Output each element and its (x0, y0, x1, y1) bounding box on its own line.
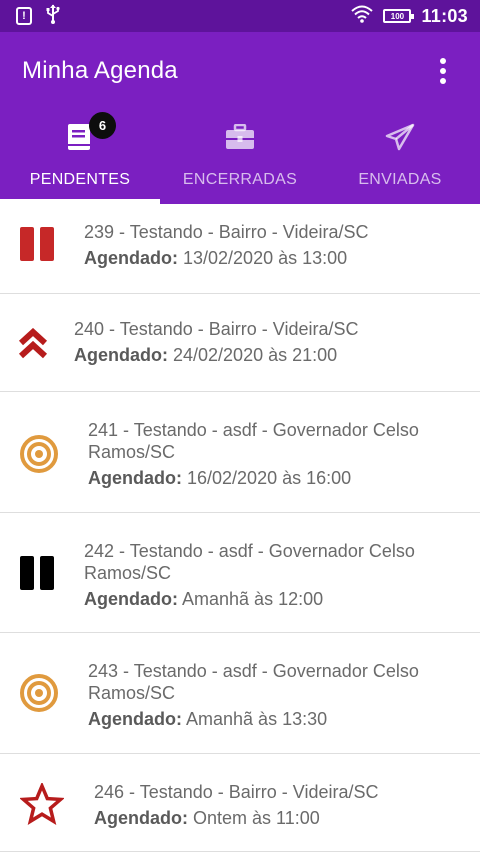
item-schedule: Agendado: 16/02/2020 às 16:00 (88, 467, 468, 489)
schedule-value: Ontem às 11:00 (188, 808, 320, 828)
schedule-label: Agendado: (74, 345, 168, 365)
star-outline-icon (20, 783, 64, 825)
status-time: 11:03 (421, 5, 468, 26)
wifi-icon (351, 5, 374, 28)
item-title: 242 - Testando - asdf - Governador Celso… (84, 541, 415, 583)
page-title: Minha Agenda (22, 57, 178, 84)
item-title: 246 - Testando - Bairro - Videira/SC (94, 782, 379, 802)
schedule-value: Amanhã às 12:00 (178, 589, 324, 609)
item-title: 243 - Testando - asdf - Governador Celso… (88, 661, 419, 703)
target-icon (19, 673, 59, 713)
list-item[interactable]: 242 - Testando - asdf - Governador Celso… (0, 513, 480, 633)
list-item[interactable]: 246 - Testando - Bairro - Videira/SC Age… (0, 754, 480, 852)
overflow-menu-button[interactable] (416, 54, 460, 88)
pause-icon (18, 554, 56, 592)
tab-enviadas[interactable]: ENVIADAS (320, 114, 480, 204)
list-item[interactable]: 241 - Testando - asdf - Governador Celso… (0, 392, 480, 513)
tab-pendentes[interactable]: 6 PENDENTES (0, 112, 160, 204)
schedule-label: Agendado: (88, 468, 182, 488)
appointment-list: 239 - Testando - Bairro - Videira/SC Age… (0, 204, 480, 852)
status-bar: ! 100 11:03 (0, 0, 480, 32)
schedule-label: Agendado: (88, 709, 182, 729)
tab-label: ENCERRADAS (182, 171, 298, 188)
book-icon: 6 (67, 112, 116, 152)
item-schedule: Agendado: Ontem às 11:00 (94, 807, 468, 829)
pending-count-badge: 6 (89, 112, 116, 139)
schedule-value: Amanhã às 13:30 (182, 709, 328, 729)
app-bar: Minha Agenda 6 PENDENTES ENCERRADAS ENVI… (0, 32, 480, 204)
list-item[interactable]: 243 - Testando - asdf - Governador Celso… (0, 633, 480, 754)
tab-label: ENVIADAS (358, 171, 442, 188)
send-icon (385, 122, 415, 152)
schedule-value: 13/02/2020 às 13:00 (178, 248, 348, 268)
item-schedule: Agendado: Amanhã às 12:00 (84, 588, 468, 610)
item-title: 240 - Testando - Bairro - Videira/SC (74, 319, 359, 339)
overflow-dot-icon (440, 78, 446, 84)
item-title: 239 - Testando - Bairro - Videira/SC (84, 222, 369, 242)
item-schedule: Agendado: Amanhã às 13:30 (88, 708, 468, 730)
item-schedule: Agendado: 13/02/2020 às 13:00 (84, 247, 468, 269)
list-item[interactable]: 239 - Testando - Bairro - Videira/SC Age… (0, 204, 480, 294)
overflow-dot-icon (440, 58, 446, 64)
list-item[interactable]: 240 - Testando - Bairro - Videira/SC Age… (0, 294, 480, 392)
item-title: 241 - Testando - asdf - Governador Celso… (88, 420, 419, 462)
tab-encerradas[interactable]: ENCERRADAS (160, 114, 320, 204)
schedule-label: Agendado: (84, 248, 178, 268)
tab-label: PENDENTES (29, 171, 131, 188)
tab-bar: 6 PENDENTES ENCERRADAS ENVIADAS (0, 112, 480, 204)
item-schedule: Agendado: 24/02/2020 às 21:00 (74, 344, 468, 366)
double-chevron-up-icon (17, 327, 49, 361)
target-icon (19, 434, 59, 474)
overflow-dot-icon (440, 68, 446, 74)
alert-icon: ! (16, 7, 32, 25)
battery-icon: 100 (383, 9, 415, 23)
briefcase-icon (225, 122, 255, 152)
schedule-label: Agendado: (94, 808, 188, 828)
schedule-label: Agendado: (84, 589, 178, 609)
schedule-value: 16/02/2020 às 16:00 (182, 468, 352, 488)
pause-icon (18, 225, 56, 263)
schedule-value: 24/02/2020 às 21:00 (168, 345, 338, 365)
usb-icon (46, 4, 60, 29)
